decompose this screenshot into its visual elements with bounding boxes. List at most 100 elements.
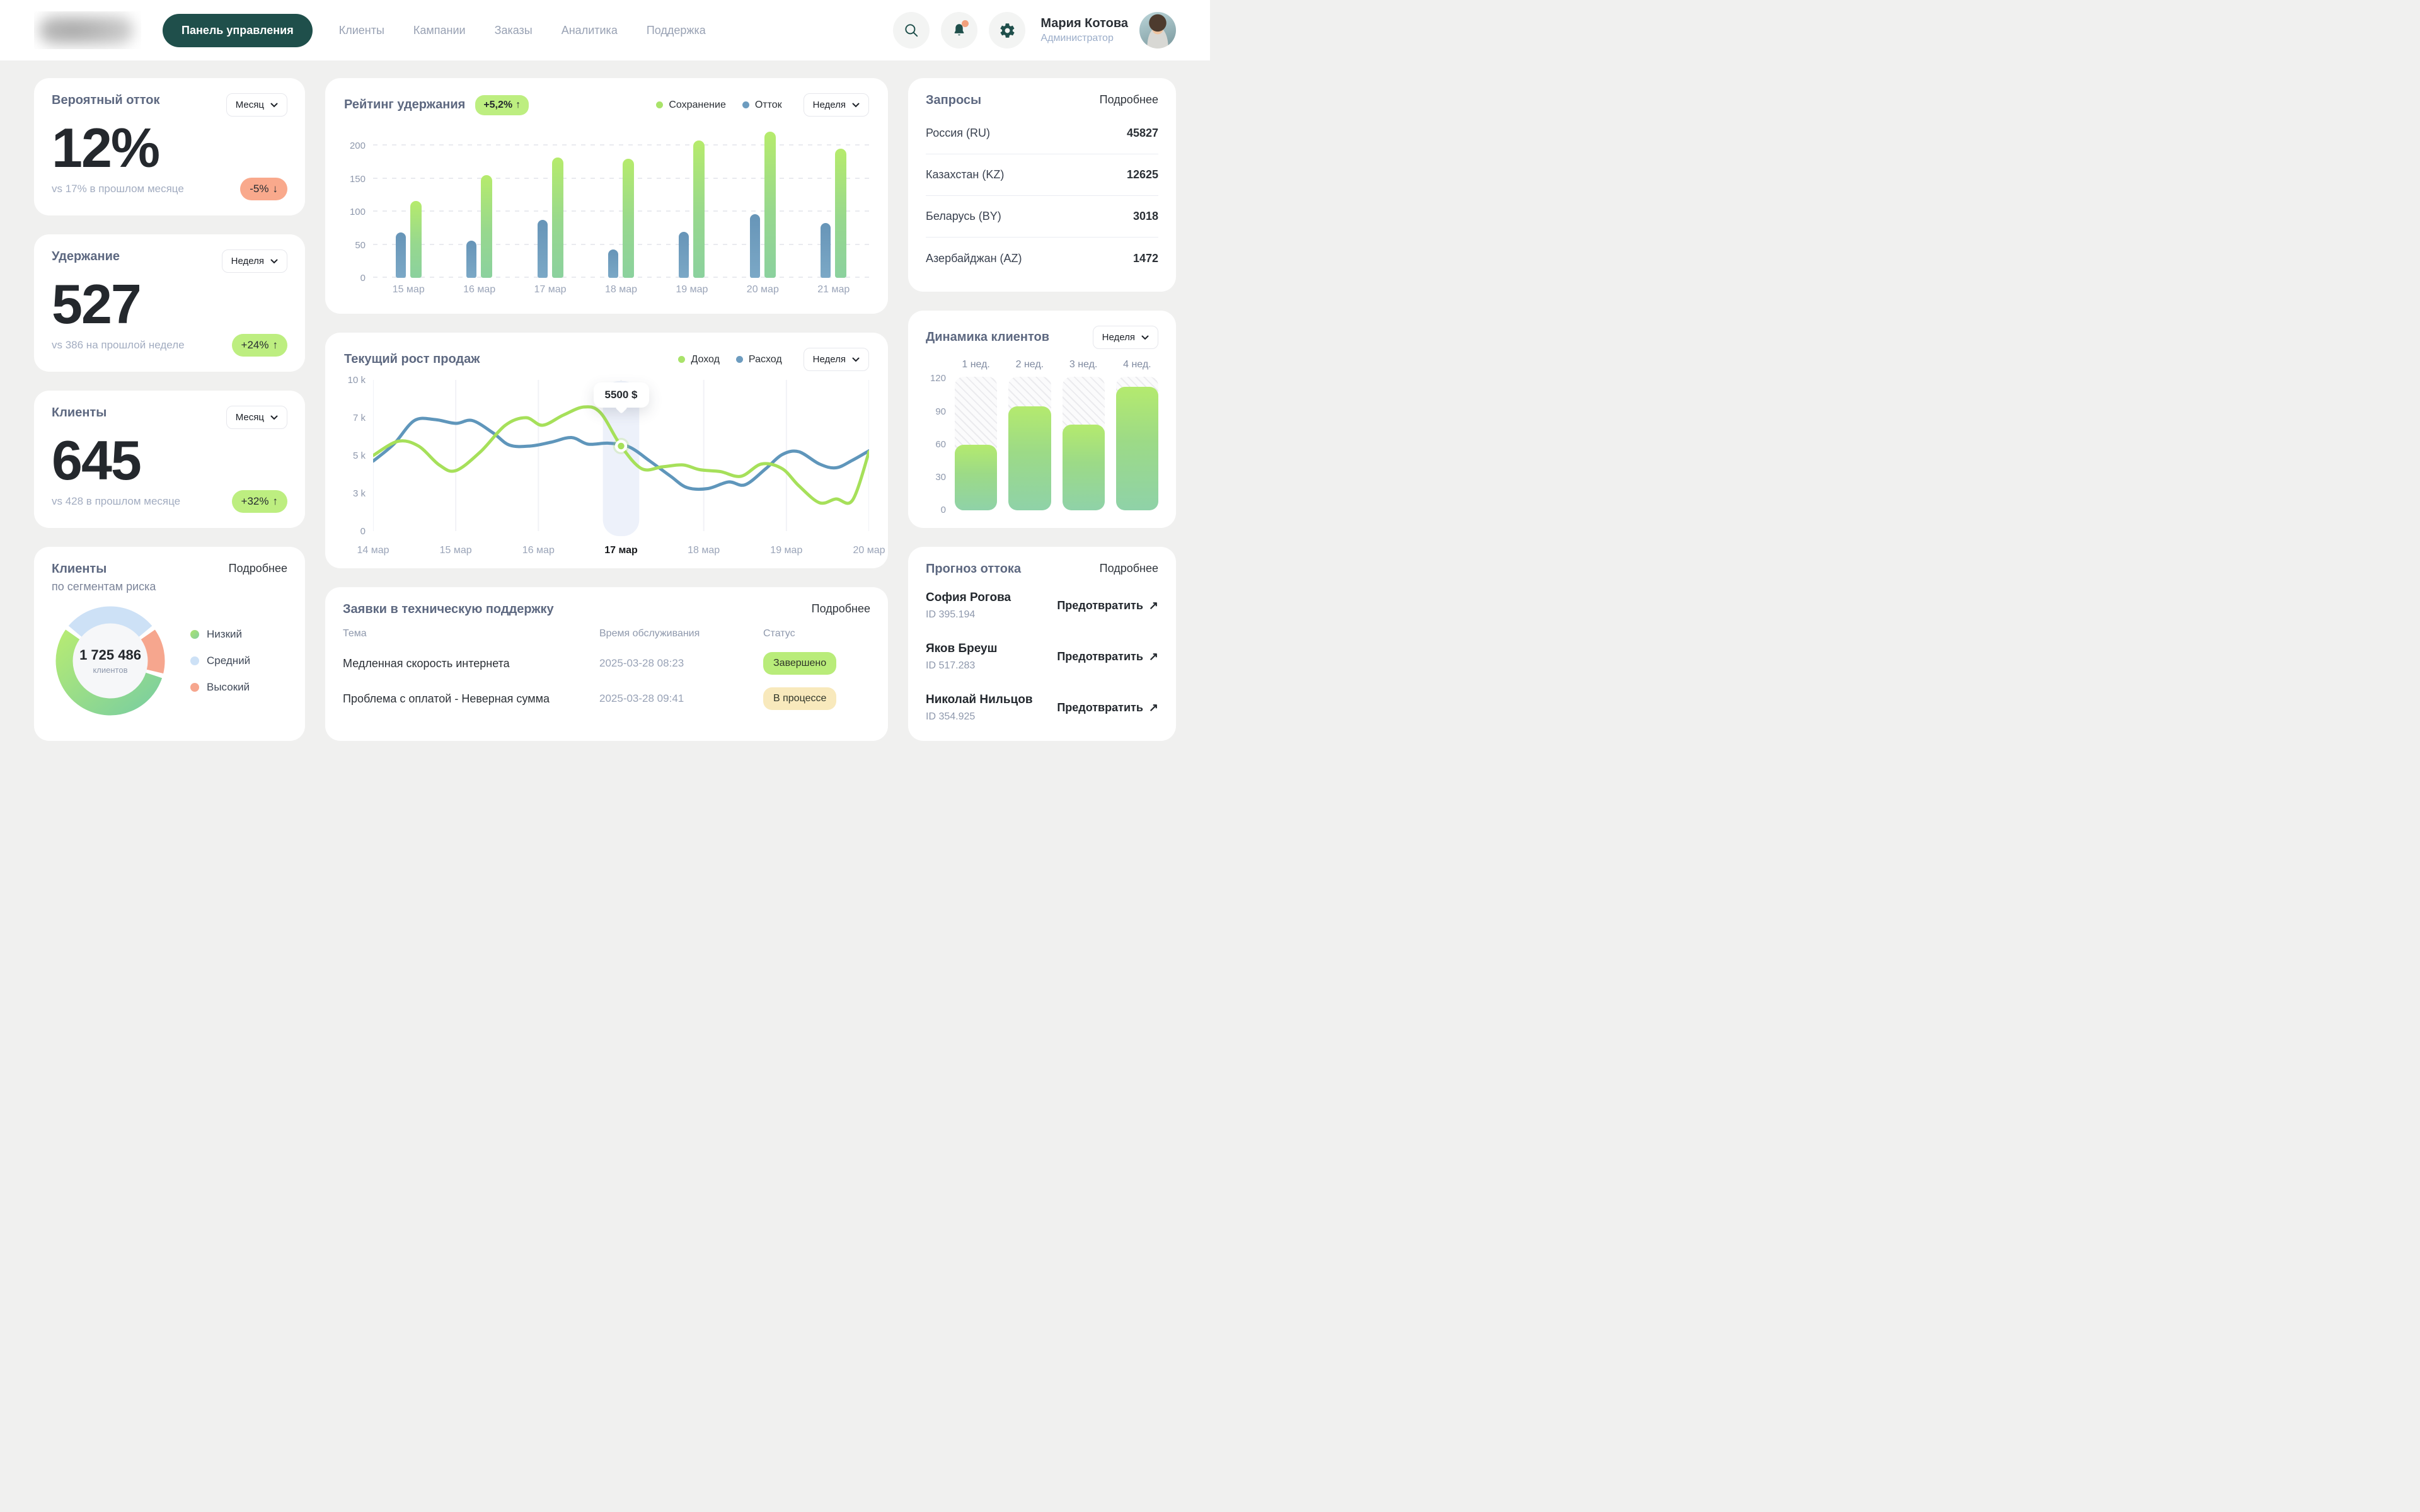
list-item: Яков БреушID 517.283Предотвратить↗ [926,631,1158,682]
period-select[interactable]: Месяц [226,406,287,429]
bar-group [515,127,585,278]
client-id: ID 517.283 [926,660,997,672]
sales-line-chart: 5500 $ [373,380,869,537]
gear-icon [999,22,1016,39]
legend-dot [656,101,663,108]
col-time: Время обслуживания [599,628,763,639]
list-item: Азербайджан (AZ)1472 [926,238,1158,279]
kpi-compare: vs 428 в прошлом месяце [52,495,180,508]
support-table: Тема Время обслуживания Статус Медленная… [343,628,870,710]
more-link[interactable]: Подробнее [812,602,870,616]
x-axis: 15 мар16 мар17 мар18 мар19 мар20 мар21 м… [373,284,869,295]
nav-item-кампании[interactable]: Кампании [413,24,466,37]
client-name: Николай Нильцов [926,693,1033,707]
more-link[interactable]: Подробнее [229,562,287,575]
period-value: Неделя [1102,332,1135,343]
week-label: 4 нед. [1116,359,1158,370]
dashboard-grid: Вероятный отток Месяц 12% vs 17% в прошл… [0,60,1210,756]
request-count: 3018 [1133,210,1158,223]
churn-bar [538,220,548,278]
chevron-down-icon [852,103,860,108]
client-dynamics-card: Динамика клиентов Неделя 1 нед.2 нед.3 н… [908,311,1176,528]
nav-item-заказы[interactable]: Заказы [495,24,533,37]
y-tick-label: 0 [360,273,366,284]
y-tick-label: 120 [930,373,946,384]
more-link[interactable]: Подробнее [1100,562,1158,575]
more-link[interactable]: Подробнее [1100,93,1158,106]
user-role: Администратор [1040,33,1128,44]
card-title: Запросы [926,93,981,108]
arrow-up-right-icon: ↗ [1149,599,1158,612]
legend-dot [736,356,743,363]
y-tick-label: 90 [935,406,946,417]
requests-list: Россия (RU)45827Казахстан (KZ)12625Белар… [926,113,1158,279]
x-tick-label: 16 мар [444,284,514,295]
x-tick-label: 18 мар [688,545,720,556]
period-select[interactable]: Месяц [226,93,287,117]
dynamics-bar [1063,425,1105,510]
main-nav: Клиенты Кампании Заказы Аналитика Поддержка [339,24,706,37]
churn-bar [750,214,760,278]
data-point [616,442,626,451]
dynamics-bar [1116,387,1158,510]
y-tick-label: 0 [360,526,366,537]
kpi-card-clients: Клиенты Месяц 645 vs 428 в прошлом месяц… [34,391,305,528]
legend-item-income: Доход [678,354,719,365]
y-tick-label: 200 [350,140,366,151]
chevron-down-icon [270,259,278,264]
period-select[interactable]: Неделя [804,93,869,117]
chart-tooltip: 5500 $ [594,382,649,408]
table-row: Медленная скорость интернета2025-03-28 0… [343,652,870,675]
chart-legend: Доход Расход [678,354,781,365]
period-select[interactable]: Неделя [1093,326,1158,349]
churn-forecast-card: Прогноз оттока Подробнее София РоговаID … [908,547,1176,741]
churn-bar [608,249,618,278]
y-tick-label: 10 k [348,375,366,386]
period-value: Месяц [236,412,264,423]
risk-segments-card: Клиенты Подробнее по сегментам риска [34,547,305,741]
logo[interactable] [34,11,141,49]
nav-item-аналитика[interactable]: Аналитика [562,24,618,37]
y-tick-label: 5 k [353,450,366,461]
chevron-down-icon [270,415,278,420]
top-nav: Панель управления Клиенты Кампании Заказы А… [0,0,1210,60]
nav-item-поддержка[interactable]: Поддержка [647,24,706,37]
nav-item-клиенты[interactable]: Клиенты [339,24,384,37]
arrow-up-icon: ↑ [516,100,521,111]
period-select[interactable]: Неделя [804,348,869,371]
x-tick-label: 17 мар [604,545,638,556]
card-title: Прогноз оттока [926,562,1021,576]
bar-group [585,127,656,278]
search-button[interactable] [893,12,930,49]
retention-bar [693,140,705,278]
card-title: Клиенты [52,562,107,576]
chevron-down-icon [270,103,278,108]
x-tick-label: 19 мар [657,284,727,295]
legend-dot [190,630,199,639]
left-column: Вероятный отток Месяц 12% vs 17% в прошл… [34,78,305,741]
y-axis: 03 k5 k7 k10 k [344,380,373,537]
legend-dot [742,101,749,108]
period-select[interactable]: Неделя [222,249,287,273]
legend-dot [678,356,685,363]
bar-group [798,127,869,278]
client-id: ID 395.194 [926,609,1011,621]
tab-dashboard[interactable]: Панель управления [163,14,313,47]
bar-column [1063,377,1105,510]
settings-button[interactable] [989,12,1025,49]
x-tick-label: 15 мар [440,545,472,556]
retention-bar [623,159,634,278]
user-menu[interactable]: Мария Котова Администратор [1040,16,1128,44]
y-tick-label: 100 [350,207,366,217]
y-tick-label: 150 [350,174,366,185]
avatar[interactable] [1139,12,1176,49]
retention-bar [764,132,776,278]
legend-item-low: Низкий [190,628,250,641]
y-tick-label: 50 [355,240,366,251]
notifications-button[interactable] [941,12,977,49]
prevent-link[interactable]: Предотвратить↗ [1057,650,1158,663]
prevent-link[interactable]: Предотвратить↗ [1057,599,1158,612]
x-tick-label: 20 мар [727,284,798,295]
churn-bar [396,232,406,278]
prevent-link[interactable]: Предотвратить↗ [1057,701,1158,714]
